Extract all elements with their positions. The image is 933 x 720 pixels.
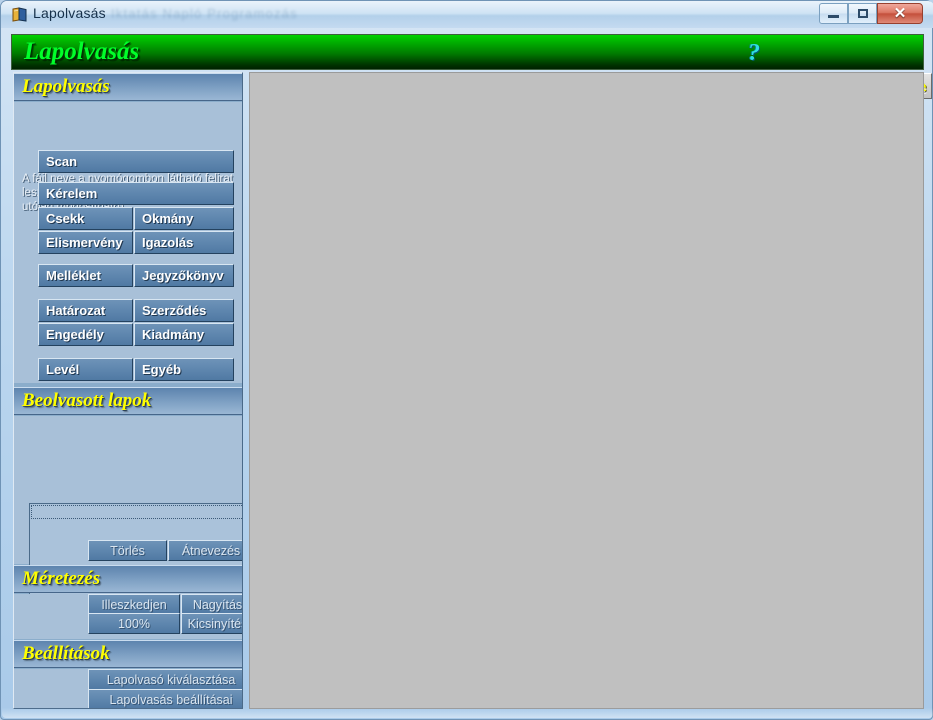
scan-settings-button[interactable]: Lapolvasás beállításai [88,689,242,708]
select-scanner-label: Lapolvasó kiválasztása [106,672,236,687]
sidebar: Lapolvasás A fájl neve a nyomógombon lát… [13,72,243,709]
rename-page-button[interactable]: Átnevezés [168,540,242,561]
maximize-button[interactable] [848,3,877,24]
background-window-title: Iktatás Napló Programozás [111,6,298,21]
doc-button-label: Melléklet [46,268,101,283]
scan-settings-label: Lapolvasás beállításai [109,692,233,707]
section-title-scan: Lapolvasás [22,76,110,97]
doc-button-melleklet[interactable]: Melléklet [38,264,133,287]
doc-button-jegyzokonyv[interactable]: Jegyzőkönyv [134,264,234,287]
preview-canvas[interactable] [249,72,924,709]
doc-button-csekk[interactable]: Csekk [38,207,133,230]
doc-button-label: Okmány [142,211,194,226]
doc-button-label: Engedély [46,327,104,342]
doc-button-label: Kérelem [46,186,98,201]
zoom-fit-button[interactable]: Illeszkedjen [88,594,180,615]
doc-button-label: Igazolás [142,235,194,250]
book-icon [12,7,27,22]
section-header-pages: Beolvasott lapok [14,387,242,415]
doc-button-label: Csekk [46,211,85,226]
doc-button-hatarozat[interactable]: Határozat [38,299,133,322]
page-title: Lapolvasás [24,38,140,65]
application-window: Iktatás Napló Programozás Lapolvasás ✕ L… [0,0,933,720]
section-title-pages: Beolvasott lapok [22,390,152,411]
select-scanner-button[interactable]: Lapolvasó kiválasztása [88,669,242,690]
doc-button-label: Kiadmány [142,327,205,342]
minimize-icon [828,15,839,18]
doc-button-label: Levél [46,362,80,377]
delete-page-label: Törlés [110,543,145,558]
zoom-reset-label: 100% [118,616,150,631]
doc-button-label: Egyéb [142,362,182,377]
doc-button-egyeb[interactable]: Egyéb [134,358,234,381]
close-icon: ✕ [893,5,907,22]
window-bottom-gloss [2,708,933,718]
doc-button-level[interactable]: Levél [38,358,133,381]
zoom-out-label: Kicsinyítés [187,616,243,631]
doc-button-kiadmany[interactable]: Kiadmány [134,323,234,346]
scan-button-label: Scan [46,154,78,169]
page-header-bar: Lapolvasás ? Ok Enter Mégsem Esc [11,34,932,99]
zoom-in-button[interactable]: Nagyítás [181,594,243,615]
section-header-zoom: Méretezés [14,565,242,593]
listbox-focus-rect [31,505,242,519]
doc-button-igazolas[interactable]: Igazolás [134,231,234,254]
delete-page-button[interactable]: Törlés [88,540,167,561]
doc-button-elismerveny[interactable]: Elismervény [38,231,133,254]
section-title-zoom: Méretezés [22,568,101,589]
zoom-fit-label: Illeszkedjen [101,597,167,612]
scan-button[interactable]: Scan [38,150,234,173]
doc-button-engedely[interactable]: Engedély [38,323,133,346]
window-title: Lapolvasás [33,5,106,21]
doc-button-kerelem[interactable]: Kérelem [38,182,234,205]
section-header-scan: Lapolvasás [14,73,242,101]
maximize-icon [857,9,868,18]
zoom-out-button[interactable]: Kicsinyítés [181,613,243,634]
doc-button-szerzodes[interactable]: Szerződés [134,299,234,322]
doc-button-label: Szerződés [142,303,207,318]
zoom-reset-button[interactable]: 100% [88,613,180,634]
doc-button-okmany[interactable]: Okmány [134,207,234,230]
rename-page-label: Átnevezés [181,543,241,558]
doc-button-label: Határozat [46,303,106,318]
zoom-in-label: Nagyítás [192,597,243,612]
doc-button-label: Jegyzőkönyv [142,268,224,283]
section-title-settings: Beállítások [22,643,110,664]
doc-button-label: Elismervény [46,235,123,250]
section-header-settings: Beállítások [14,640,242,668]
minimize-button[interactable] [819,3,848,24]
title-bar[interactable]: Iktatás Napló Programozás Lapolvasás ✕ [1,1,933,28]
close-button[interactable]: ✕ [877,3,923,24]
help-icon[interactable]: ? [739,38,769,68]
